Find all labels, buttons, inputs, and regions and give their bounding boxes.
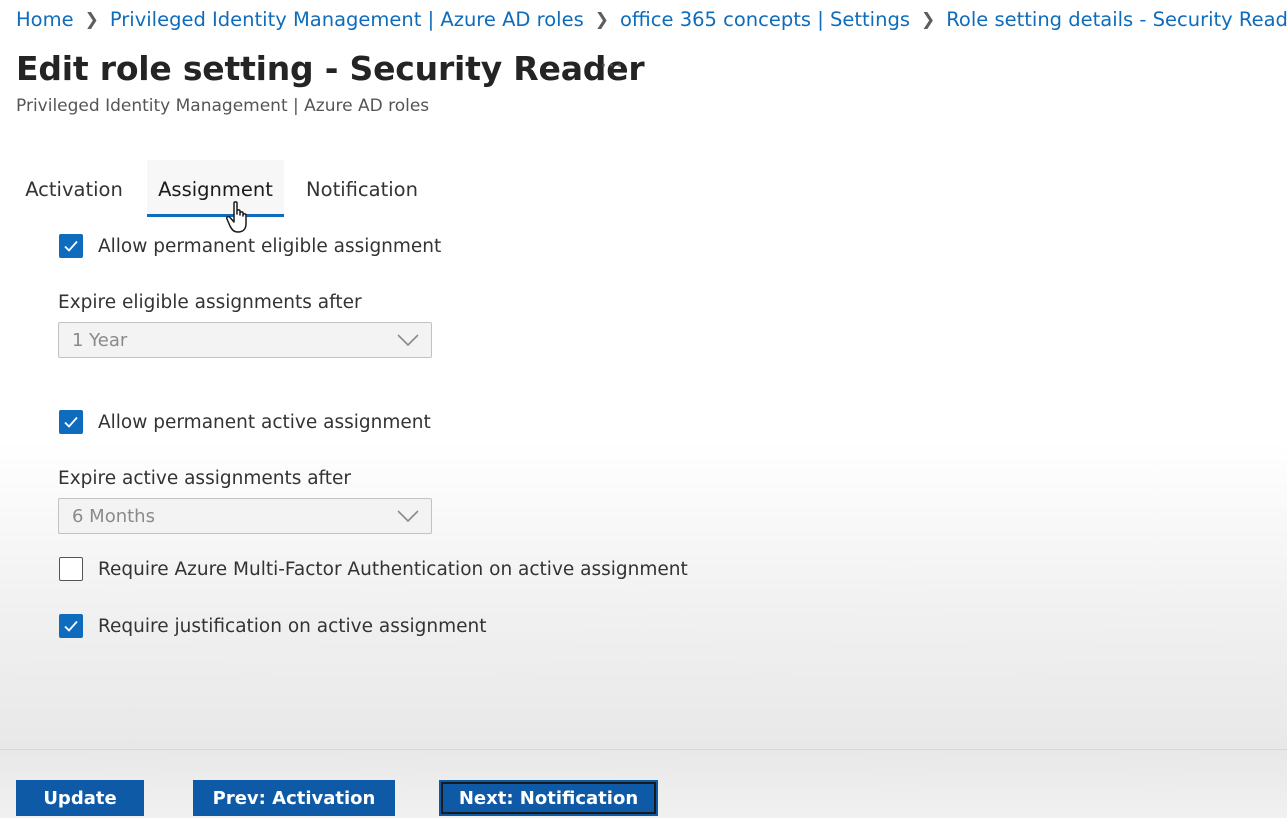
checkmark-icon bbox=[64, 620, 78, 632]
require-mfa-row: Require Azure Multi-Factor Authenticatio… bbox=[59, 557, 688, 581]
allow-permanent-active-checkbox[interactable] bbox=[59, 410, 83, 434]
footer-divider bbox=[0, 749, 1287, 750]
chevron-right-icon: ❯ bbox=[594, 9, 609, 30]
breadcrumb-role-setting-details[interactable]: Role setting details - Security Reader bbox=[946, 8, 1287, 31]
checkmark-icon bbox=[64, 416, 78, 428]
allow-permanent-eligible-row: Allow permanent eligible assignment bbox=[59, 234, 441, 258]
expire-eligible-label: Expire eligible assignments after bbox=[58, 292, 362, 313]
breadcrumb-pim-azure-ad-roles[interactable]: Privileged Identity Management | Azure A… bbox=[110, 8, 584, 31]
chevron-right-icon: ❯ bbox=[84, 9, 99, 30]
tab-notification[interactable]: Notification bbox=[296, 160, 428, 214]
chevron-down-icon bbox=[397, 510, 419, 523]
checkmark-icon bbox=[64, 240, 78, 252]
page-subtitle: Privileged Identity Management | Azure A… bbox=[16, 96, 430, 116]
breadcrumb-settings[interactable]: office 365 concepts | Settings bbox=[620, 8, 910, 31]
more-options-button[interactable]: ··· bbox=[600, 54, 624, 79]
require-mfa-label: Require Azure Multi-Factor Authenticatio… bbox=[98, 558, 688, 580]
expire-active-dropdown[interactable]: 6 Months bbox=[58, 498, 432, 534]
require-justification-label: Require justification on active assignme… bbox=[98, 615, 487, 637]
breadcrumb: Home ❯ Privileged Identity Management | … bbox=[16, 8, 1287, 31]
allow-permanent-active-label: Allow permanent active assignment bbox=[98, 411, 431, 433]
require-mfa-checkbox[interactable] bbox=[59, 557, 83, 581]
next-notification-button[interactable]: Next: Notification bbox=[439, 780, 658, 816]
chevron-down-icon bbox=[397, 334, 419, 347]
tab-assignment[interactable]: Assignment bbox=[147, 160, 284, 217]
allow-permanent-eligible-label: Allow permanent eligible assignment bbox=[98, 235, 442, 257]
page-title: Edit role setting - Security Reader bbox=[16, 49, 645, 88]
hand-pointer-icon bbox=[226, 201, 247, 233]
allow-permanent-active-row: Allow permanent active assignment bbox=[59, 410, 431, 434]
update-button[interactable]: Update bbox=[16, 780, 144, 816]
allow-permanent-eligible-checkbox[interactable] bbox=[59, 234, 83, 258]
require-justification-checkbox[interactable] bbox=[59, 614, 83, 638]
expire-eligible-value: 1 Year bbox=[72, 330, 128, 351]
expire-active-label: Expire active assignments after bbox=[58, 468, 351, 489]
expire-eligible-dropdown[interactable]: 1 Year bbox=[58, 322, 432, 358]
breadcrumb-home[interactable]: Home bbox=[16, 8, 74, 31]
chevron-right-icon: ❯ bbox=[920, 9, 936, 30]
tab-activation[interactable]: Activation bbox=[16, 160, 132, 214]
prev-activation-button[interactable]: Prev: Activation bbox=[193, 780, 395, 816]
expire-active-value: 6 Months bbox=[72, 506, 155, 527]
require-justification-row: Require justification on active assignme… bbox=[59, 614, 487, 638]
